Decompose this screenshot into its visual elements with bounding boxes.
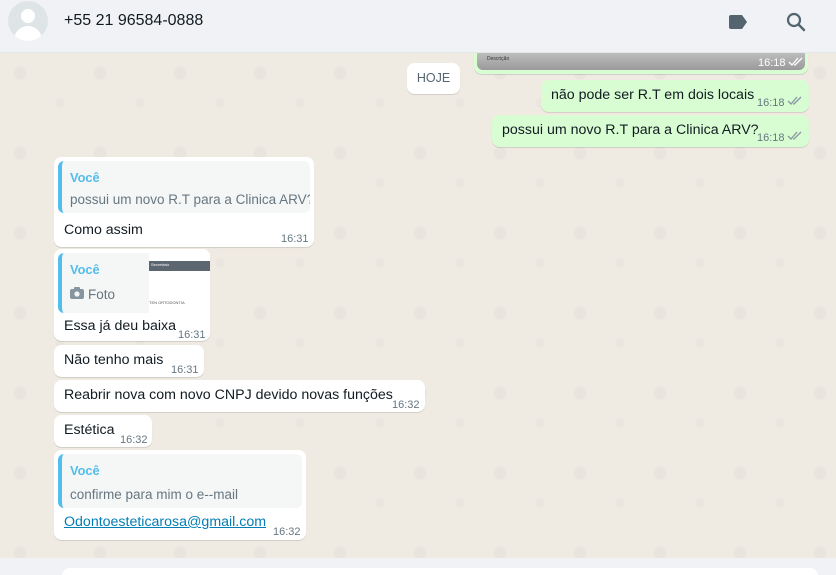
avatar[interactable] <box>8 1 48 41</box>
quote-text: Foto <box>88 287 116 302</box>
avatar-head <box>21 9 35 23</box>
composer-bar <box>0 558 836 575</box>
message-time: 16:18 <box>757 97 785 109</box>
quote-author: Você <box>70 463 100 478</box>
email-link[interactable]: Odontoesteticarosa@gmail.com <box>64 513 266 532</box>
message-time: 16:18 <box>757 132 785 144</box>
outgoing-message[interactable]: não pode ser R.T em dois locais 16:18 <box>541 80 809 112</box>
message-text: possui um novo R.T para a Clinica ARV? <box>502 122 759 138</box>
camera-icon <box>70 286 84 299</box>
label-icon[interactable] <box>727 10 751 34</box>
date-divider: HOJE <box>407 63 460 94</box>
chat-header: +55 21 96584-0888 <box>0 0 836 53</box>
quoted-message[interactable]: Você possui um novo R.T para a Clinica A… <box>58 161 310 213</box>
incoming-message[interactable]: Você possui um novo R.T para a Clinica A… <box>54 157 314 247</box>
contact-name[interactable]: +55 21 96584-0888 <box>64 12 203 30</box>
image-caption-fragment: Descrição <box>487 56 510 62</box>
message-time: 16:32 <box>392 399 420 411</box>
outgoing-message[interactable]: possui um novo R.T para a Clinica ARV? 1… <box>492 115 809 147</box>
image-message[interactable]: Descrição 16:18 <box>474 53 808 74</box>
message-time: 16:32 <box>120 434 148 446</box>
message-text: não pode ser R.T em dois locais <box>551 87 755 103</box>
message-text: Reabrir nova com novo CNPJ devido novas … <box>64 387 393 403</box>
quote-text: confirme para mim o e--mail <box>70 487 239 502</box>
message-text: Não tenho mais <box>64 352 164 368</box>
read-ticks-icon <box>787 131 802 140</box>
thumbnail-header-text: Secretário <box>151 262 170 267</box>
image-thumbnail[interactable]: Descrição 16:18 <box>477 53 805 70</box>
message-time: 16:31 <box>281 233 309 245</box>
message-text: Essa já deu baixa <box>64 318 176 334</box>
incoming-message[interactable]: Estética 16:32 <box>54 415 152 447</box>
read-ticks-icon <box>788 57 803 66</box>
message-time: 16:31 <box>171 364 199 376</box>
message-text: Estética <box>64 422 115 438</box>
message-time: 16:31 <box>178 329 206 341</box>
read-ticks-icon <box>787 96 802 105</box>
image-time: 16:18 <box>758 57 786 69</box>
thumbnail-line-text: TEN ORTODONTIA <box>149 300 185 305</box>
chat-panel[interactable]: Descrição 16:18 HOJE não pode ser R.T em… <box>0 53 836 558</box>
quoted-message[interactable]: Você confirme para mim o e--mail <box>58 454 302 508</box>
quote-text: possui um novo R.T para a Clinica ARV? <box>70 192 310 207</box>
search-icon[interactable] <box>784 10 808 34</box>
incoming-message[interactable]: Reabrir nova com novo CNPJ devido novas … <box>54 380 425 412</box>
quote-author: Você <box>70 262 100 277</box>
message-time: 16:32 <box>273 526 301 538</box>
message-input[interactable] <box>62 568 818 575</box>
incoming-message[interactable]: Você confirme para mim o e--mail Odontoe… <box>54 450 306 540</box>
avatar-body <box>14 26 42 41</box>
quote-thumbnail: Secretário TEN ORTODONTIA <box>149 253 210 313</box>
incoming-message[interactable]: Você Foto Secretário TEN ORTODONTIA Essa… <box>54 249 210 341</box>
quote-author: Você <box>70 170 100 185</box>
message-text: Como assim <box>64 222 143 238</box>
incoming-message[interactable]: Não tenho mais 16:31 <box>54 345 204 377</box>
quoted-photo[interactable]: Você Foto Secretário TEN ORTODONTIA <box>58 253 210 313</box>
